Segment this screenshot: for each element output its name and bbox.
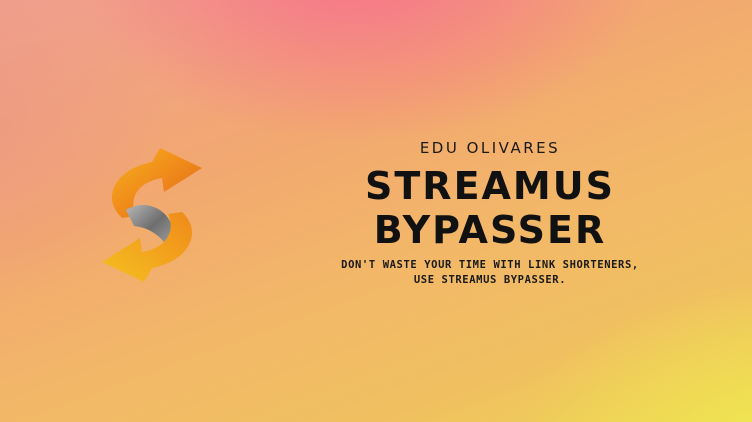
app-title: STREAMUS BYPASSER <box>290 164 690 252</box>
title-line-1: STREAMUS <box>365 164 615 208</box>
banner-text: EDU OLIVARES STREAMUS BYPASSER DON'T WAS… <box>290 130 690 288</box>
tagline-line-1: DON'T WASTE YOUR TIME WITH LINK SHORTENE… <box>341 259 639 271</box>
author-name: EDU OLIVARES <box>419 139 561 157</box>
streamus-s-arrows-icon <box>102 148 202 282</box>
title-line-2: BYPASSER <box>373 208 607 252</box>
banner: EDU OLIVARES STREAMUS BYPASSER DON'T WAS… <box>0 0 752 422</box>
tagline: DON'T WASTE YOUR TIME WITH LINK SHORTENE… <box>290 258 690 288</box>
tagline-line-2: USE STREAMUS BYPASSER. <box>413 274 567 286</box>
